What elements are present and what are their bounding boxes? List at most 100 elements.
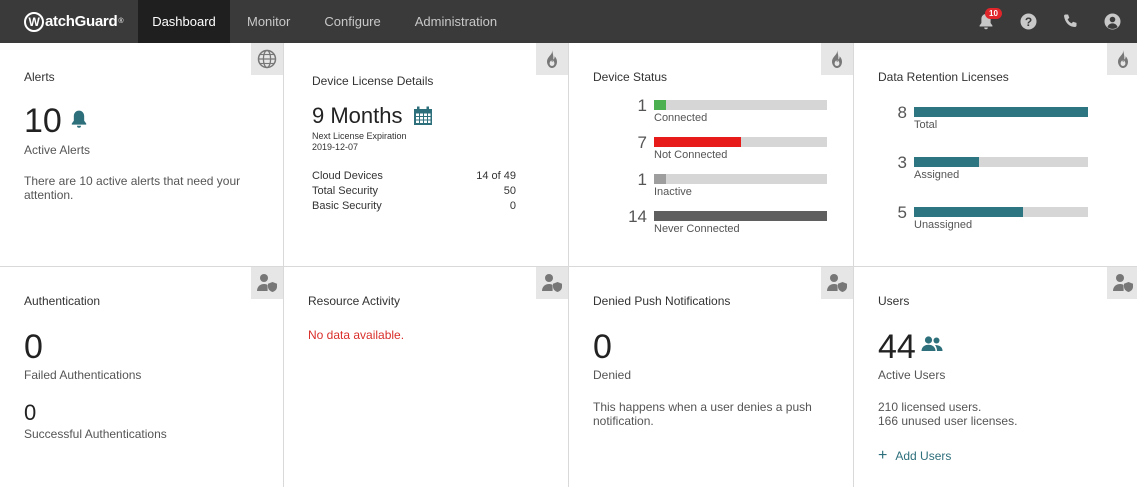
resource-activity-card[interactable]: Resource Activity No data available.: [284, 267, 568, 487]
add-users-label: Add Users: [895, 449, 952, 463]
bell-icon: [71, 110, 87, 128]
no-data-message: No data available.: [308, 328, 405, 342]
users-group-icon: [921, 336, 943, 351]
device-status-bar-fill: [654, 211, 827, 221]
fire-icon-box[interactable]: [821, 43, 853, 75]
card-title: Alerts: [24, 70, 55, 84]
license-row-value: 50: [503, 185, 516, 197]
card-title: Device License Details: [312, 74, 434, 88]
license-row: Basic Security 0: [312, 199, 516, 214]
device-status-label: Connected: [654, 112, 708, 124]
device-status-count: 7: [637, 133, 647, 152]
account-button[interactable]: [1091, 0, 1133, 43]
alerts-description: There are 10 active alerts that need you…: [24, 174, 241, 202]
license-period: 9 Months: [312, 103, 403, 128]
license-row-label: Cloud Devices: [312, 170, 383, 182]
card-title: Data Retention Licenses: [878, 70, 1009, 84]
user-shield-icon-box[interactable]: [821, 267, 853, 299]
license-row-value: 0: [509, 200, 516, 212]
device-status-bar-fill: [654, 137, 741, 147]
nav-dashboard[interactable]: Dashboard: [138, 0, 230, 43]
license-row-label: Basic Security: [312, 200, 382, 212]
retention-count: 5: [897, 203, 907, 222]
calendar-icon: [413, 106, 432, 125]
notification-count-badge: 10: [985, 8, 1002, 19]
license-row: Cloud Devices 14 of 49: [312, 169, 516, 184]
notifications-button[interactable]: 10: [965, 0, 1007, 43]
nav-monitor[interactable]: Monitor: [230, 0, 307, 43]
license-row: Total Security 50: [312, 184, 516, 199]
dashboard-grid: Alerts 10 Active Alerts There are 10 act…: [0, 43, 1137, 487]
card-title: Device Status: [593, 70, 668, 84]
top-navigation-bar: W atchGuard ® Dashboard Monitor Configure…: [0, 0, 1137, 43]
retention-count: 3: [897, 153, 907, 172]
user-shield-icon: [542, 274, 562, 292]
retention-bar: [914, 157, 1088, 167]
users-count-row: 44: [878, 330, 943, 364]
failed-auth-label: Failed Authentications: [24, 368, 142, 382]
alerts-count: 10: [24, 102, 62, 140]
license-expiration-label: Next License Expiration: [312, 131, 407, 141]
license-row-label: Total Security: [312, 185, 379, 197]
device-license-card[interactable]: Device License Details 9 Months Next Lic…: [284, 43, 568, 266]
denied-count: 0: [593, 328, 612, 366]
fire-icon-box[interactable]: [536, 43, 568, 75]
device-status-label: Inactive: [654, 186, 692, 198]
nav-administration[interactable]: Administration: [398, 0, 514, 43]
help-icon: ?: [1020, 13, 1036, 30]
globe-icon-box[interactable]: [251, 43, 283, 75]
plus-icon: +: [878, 447, 888, 464]
successful-auth-count: 0: [24, 400, 37, 425]
unused-licenses-text: 166 unused user licenses.: [878, 414, 1018, 428]
data-retention-card[interactable]: Data Retention Licenses 8 Total 3 Assigned 5…: [854, 43, 1137, 266]
license-row-value: 14 of 49: [476, 170, 516, 182]
denied-push-card[interactable]: Denied Push Notifications 0 Denied This …: [569, 267, 853, 487]
device-status-count: 1: [637, 96, 647, 115]
device-status-bar: [654, 174, 827, 184]
svg-text:?: ?: [1024, 15, 1031, 29]
globe-icon: [257, 49, 277, 69]
retention-label: Total: [914, 119, 938, 131]
retention-label: Assigned: [914, 169, 960, 181]
user-shield-icon: [827, 274, 847, 292]
card-title: Authentication: [24, 294, 101, 308]
alerts-card[interactable]: Alerts 10 Active Alerts There are 10 act…: [0, 43, 283, 266]
user-account-icon: [1104, 13, 1120, 30]
help-button[interactable]: ?: [1007, 0, 1049, 43]
card-title: Users: [878, 294, 910, 308]
device-status-bar-fill: [654, 100, 667, 110]
users-card[interactable]: Users 44 Active Users 210 licensed users…: [854, 267, 1137, 487]
alerts-count-row: 10: [24, 104, 88, 138]
fire-icon-box[interactable]: [1107, 43, 1137, 75]
licensed-users-text: 210 licensed users.: [878, 400, 982, 414]
phone-button[interactable]: [1049, 0, 1091, 43]
retention-bar: [914, 207, 1088, 217]
denied-count-label: Denied: [593, 368, 632, 382]
card-title: Denied Push Notifications: [593, 294, 731, 308]
retention-bar-fill: [914, 107, 1088, 117]
flame-icon: [832, 50, 842, 68]
user-shield-icon-box[interactable]: [251, 267, 283, 299]
authentication-card[interactable]: Authentication 0 Failed Authentications …: [0, 267, 283, 487]
user-shield-icon-box[interactable]: [1107, 267, 1137, 299]
device-status-bar: [654, 211, 827, 221]
failed-auth-count: 0: [24, 328, 43, 366]
flame-icon: [1118, 50, 1128, 68]
add-users-link[interactable]: + Add Users: [878, 447, 952, 464]
watchguard-logo[interactable]: W atchGuard ®: [0, 0, 138, 43]
device-status-card[interactable]: Device Status 1 Connected 7 Not Connected 1 I…: [569, 43, 853, 266]
card-title: Resource Activity: [308, 294, 401, 308]
device-status-label: Not Connected: [654, 149, 728, 161]
header-actions: 10 ?: [965, 0, 1137, 43]
alerts-count-label: Active Alerts: [24, 143, 91, 157]
device-status-count: 14: [628, 207, 647, 226]
retention-bar-fill: [914, 157, 980, 167]
license-period-row: 9 Months: [312, 103, 433, 129]
retention-label: Unassigned: [914, 219, 973, 231]
user-shield-icon: [257, 274, 277, 292]
device-status-label: Never Connected: [654, 223, 740, 235]
user-shield-icon: [1113, 274, 1133, 292]
nav-configure[interactable]: Configure: [307, 0, 397, 43]
user-shield-icon-box[interactable]: [536, 267, 568, 299]
device-status-bar: [654, 137, 827, 147]
